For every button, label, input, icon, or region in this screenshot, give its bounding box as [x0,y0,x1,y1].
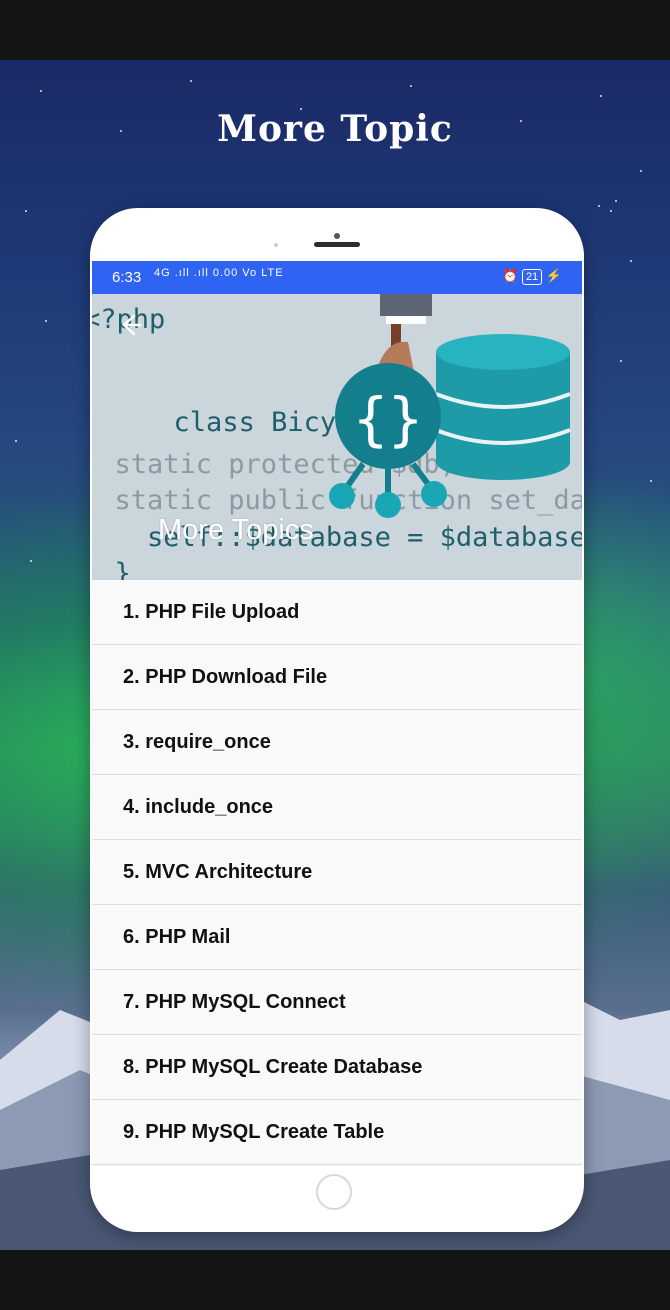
database-illustration: {} [329,294,571,518]
charging-icon: ⚡ [545,268,562,283]
earpiece-speaker [314,242,360,247]
status-right: ⏰ 21 ⚡ [502,268,562,285]
app-screen: 6:33 4G .ıll .ıll 0.00 Vo LTE ⏰ 21 ⚡ <?p… [92,261,582,1166]
home-button[interactable] [316,1174,352,1210]
page-title: More Topics [158,514,314,546]
battery-icon: 21 [521,269,543,285]
code-line: } [114,558,131,580]
status-bar: 6:33 4G .ıll .ıll 0.00 Vo LTE ⏰ 21 ⚡ [92,261,582,294]
proximity-sensor [274,243,278,247]
signal-indicators: 4G .ıll .ıll 0.00 Vo LTE [154,267,284,279]
list-item[interactable]: 3. require_once [92,710,582,775]
bottom-letterbox [0,1250,670,1310]
status-time: 6:33 [112,269,142,286]
list-item[interactable]: 7. PHP MySQL Connect [92,970,582,1035]
list-item[interactable]: 1. PHP File Upload [92,580,582,645]
list-item[interactable]: 8. PHP MySQL Create Database [92,1035,582,1100]
header-banner: <?php class Bicycle { static protected $… [92,294,582,580]
list-item[interactable]: 6. PHP Mail [92,905,582,970]
svg-text:{}: {} [353,385,423,453]
cylinder-icon [435,334,571,480]
list-item[interactable]: 9. PHP MySQL Create Table [92,1100,582,1165]
list-item[interactable]: 4. include_once [92,775,582,840]
promo-headline: More Topic [217,108,453,150]
topic-list: 1. PHP File Upload 2. PHP Download File … [92,580,582,1165]
front-camera [334,233,340,239]
top-letterbox [0,0,670,60]
list-item[interactable]: 2. PHP Download File [92,645,582,710]
alarm-icon: ⏰ [502,268,519,283]
list-item[interactable]: 5. MVC Architecture [92,840,582,905]
arrow-left-icon[interactable] [114,310,144,340]
braces-node-icon: {} [329,363,447,518]
